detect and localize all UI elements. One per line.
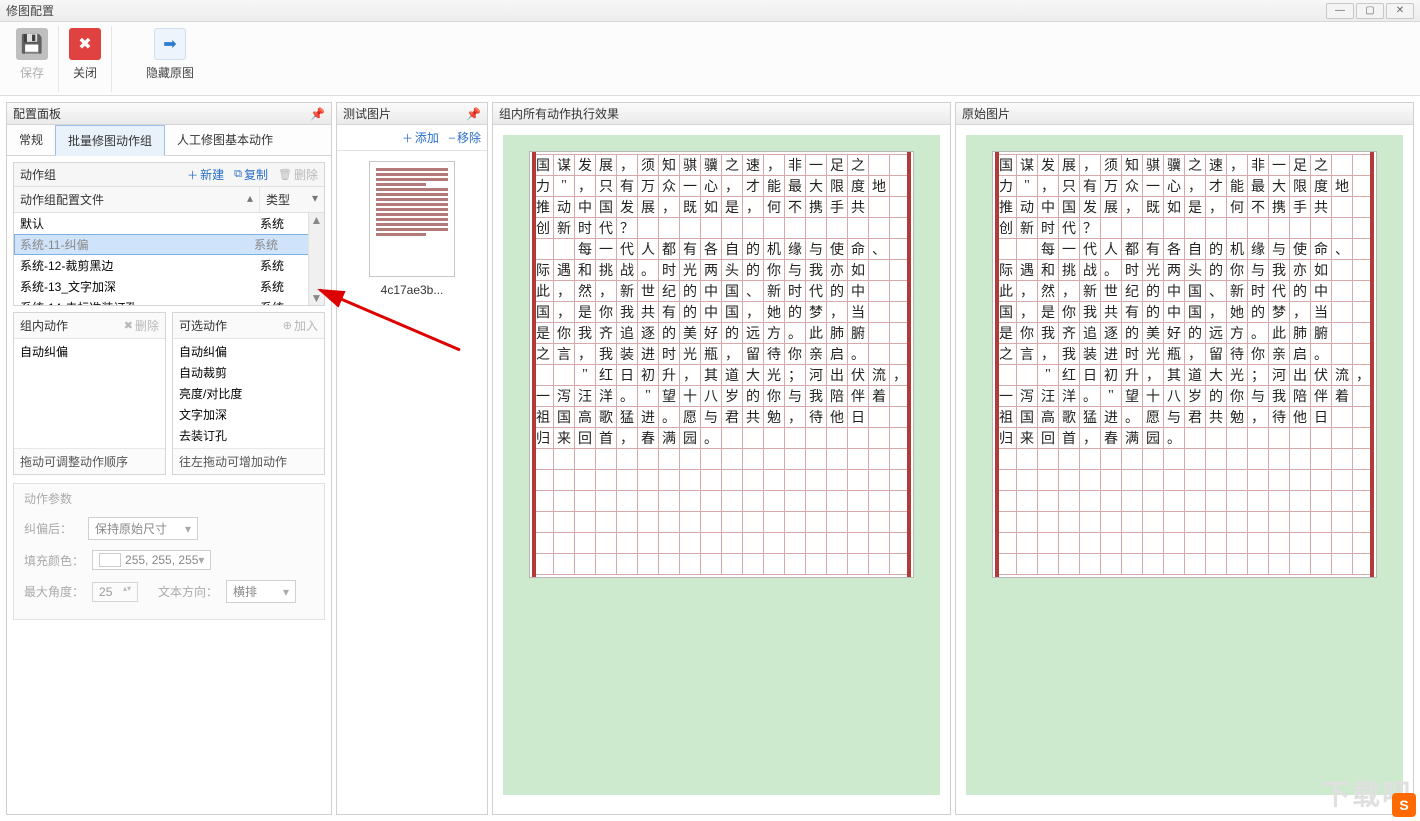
sort-icon[interactable]: ▴: [247, 191, 253, 208]
copy-icon: ⧉: [234, 168, 242, 181]
plus-icon: ＋: [187, 167, 198, 183]
pin-icon[interactable]: 📌: [310, 107, 325, 121]
group-row[interactable]: 系统-14-去标准装订孔系统: [14, 297, 324, 305]
tab-general[interactable]: 常规: [7, 125, 55, 155]
plus-circle-icon: ⊕: [283, 319, 292, 332]
thumbnail-image: [369, 161, 455, 277]
fill-color-select[interactable]: 255, 255, 255: [92, 550, 211, 570]
save-button[interactable]: 保存: [6, 26, 59, 92]
maximize-button[interactable]: ▢: [1356, 3, 1384, 19]
arrow-right-icon: [154, 28, 186, 60]
original-document[interactable]: 国谋发展，须知骐骥之速，非一足之力"，只有万众一心，才能最大限度地推动中国发展，…: [966, 135, 1403, 795]
in-group-list[interactable]: 自动纠偏: [14, 339, 165, 448]
save-icon: [16, 28, 48, 60]
trash-icon: 🗑: [278, 168, 292, 181]
list-item[interactable]: 去装订孔: [173, 425, 324, 446]
action-params: 动作参数 纠偏后： 保持原始尺寸 填充颜色： 255, 255, 255 最大角…: [13, 483, 325, 620]
sogou-ime-icon[interactable]: S: [1392, 793, 1416, 817]
result-panel: 组内所有动作执行效果 国谋发展，须知骐骥之速，非一足之力"，只有万众一心，才能最…: [492, 102, 951, 815]
group-row[interactable]: 系统-13_文字加深系统: [14, 276, 324, 297]
original-panel: 原始图片 国谋发展，须知骐骥之速，非一足之力"，只有万众一心，才能最大限度地推动…: [955, 102, 1414, 815]
minimize-button[interactable]: —: [1326, 3, 1354, 19]
group-grid-header: 动作组配置文件▴ 类型▾: [14, 187, 324, 213]
group-grid-body: 默认系统系统-11-纠偏系统系统-12-裁剪黑边系统系统-13_文字加深系统系统…: [14, 213, 324, 305]
test-image-panel: 测试图片 📌 ＋添加 –移除 4c17ae3b...: [336, 102, 488, 815]
tab-manual-actions[interactable]: 人工修图基本动作: [165, 125, 285, 155]
available-actions: 可选动作 ⊕加入 自动纠偏自动裁剪亮度/对比度文字加深去装订孔 往左拖动可增加动…: [172, 312, 325, 475]
result-document[interactable]: 国谋发展，须知骐骥之速，非一足之力"，只有万众一心，才能最大限度地推动中国发展，…: [503, 135, 940, 795]
list-item[interactable]: 自动裁剪: [173, 362, 324, 383]
delete-group-button[interactable]: 🗑删除: [278, 166, 318, 183]
close-button[interactable]: 关闭: [59, 26, 112, 92]
list-item[interactable]: 自动纠偏: [14, 341, 165, 362]
max-angle-input[interactable]: 25: [92, 582, 138, 602]
list-item[interactable]: 文字加深: [173, 404, 324, 425]
tab-batch-actions[interactable]: 批量修图动作组: [55, 125, 165, 156]
add-action-button[interactable]: ⊕加入: [283, 317, 318, 334]
list-item[interactable]: 亮度/对比度: [173, 383, 324, 404]
title-bar: 修图配置 — ▢ ✕: [0, 0, 1420, 22]
close-icon: [69, 28, 101, 60]
in-group-actions: 组内动作 ✖删除 自动纠偏 拖动可调整动作顺序: [13, 312, 166, 475]
color-swatch: [99, 553, 121, 567]
main-toolbar: 保存 关闭 隐藏原图: [0, 22, 1420, 96]
action-group-section: 动作组 ＋新建 ⧉复制 🗑删除 动作组配置文件▴ 类型▾ 默认系统系统-11-纠…: [13, 162, 325, 306]
available-list[interactable]: 自动纠偏自动裁剪亮度/对比度文字加深去装订孔: [173, 339, 324, 448]
workspace: 配置面板 📌 常规 批量修图动作组 人工修图基本动作 动作组 ＋新建 ⧉复制 🗑…: [0, 96, 1420, 821]
copy-group-button[interactable]: ⧉复制: [234, 166, 268, 183]
group-row[interactable]: 默认系统: [14, 213, 324, 234]
x-icon: ✖: [124, 319, 133, 332]
dropdown-icon[interactable]: ▾: [312, 191, 318, 208]
add-test-image-button[interactable]: ＋添加: [402, 129, 439, 146]
remove-action-button[interactable]: ✖删除: [124, 317, 159, 334]
minus-icon: –: [449, 132, 455, 144]
window-title: 修图配置: [6, 2, 54, 19]
plus-icon: ＋: [402, 130, 413, 146]
config-panel: 配置面板 📌 常规 批量修图动作组 人工修图基本动作 动作组 ＋新建 ⧉复制 🗑…: [6, 102, 332, 815]
window-buttons: — ▢ ✕: [1326, 3, 1414, 19]
hide-original-button[interactable]: 隐藏原图: [136, 26, 204, 92]
group-row[interactable]: 系统-12-裁剪黑边系统: [14, 255, 324, 276]
group-row[interactable]: 系统-11-纠偏系统: [14, 234, 324, 255]
available-hint: 往左拖动可增加动作: [173, 448, 324, 474]
text-direction-select[interactable]: 横排: [226, 580, 296, 603]
thumbnail-name: 4c17ae3b...: [381, 283, 444, 297]
remove-test-image-button[interactable]: –移除: [449, 129, 481, 146]
thumbnail[interactable]: 4c17ae3b...: [337, 151, 487, 307]
in-group-hint: 拖动可调整动作顺序: [14, 448, 165, 474]
pin-icon[interactable]: 📌: [466, 107, 481, 121]
close-window-button[interactable]: ✕: [1386, 3, 1414, 19]
action-columns: 组内动作 ✖删除 自动纠偏 拖动可调整动作顺序 可选动作 ⊕加入 自动纠偏自动裁…: [13, 312, 325, 475]
config-tabs: 常规 批量修图动作组 人工修图基本动作: [7, 125, 331, 156]
after-deskew-select[interactable]: 保持原始尺寸: [88, 517, 198, 540]
config-panel-header: 配置面板 📌: [7, 103, 331, 125]
scrollbar[interactable]: ▲▼: [308, 213, 324, 305]
action-group-header: 动作组 ＋新建 ⧉复制 🗑删除: [14, 163, 324, 187]
list-item[interactable]: 自动纠偏: [173, 341, 324, 362]
new-group-button[interactable]: ＋新建: [187, 166, 224, 183]
